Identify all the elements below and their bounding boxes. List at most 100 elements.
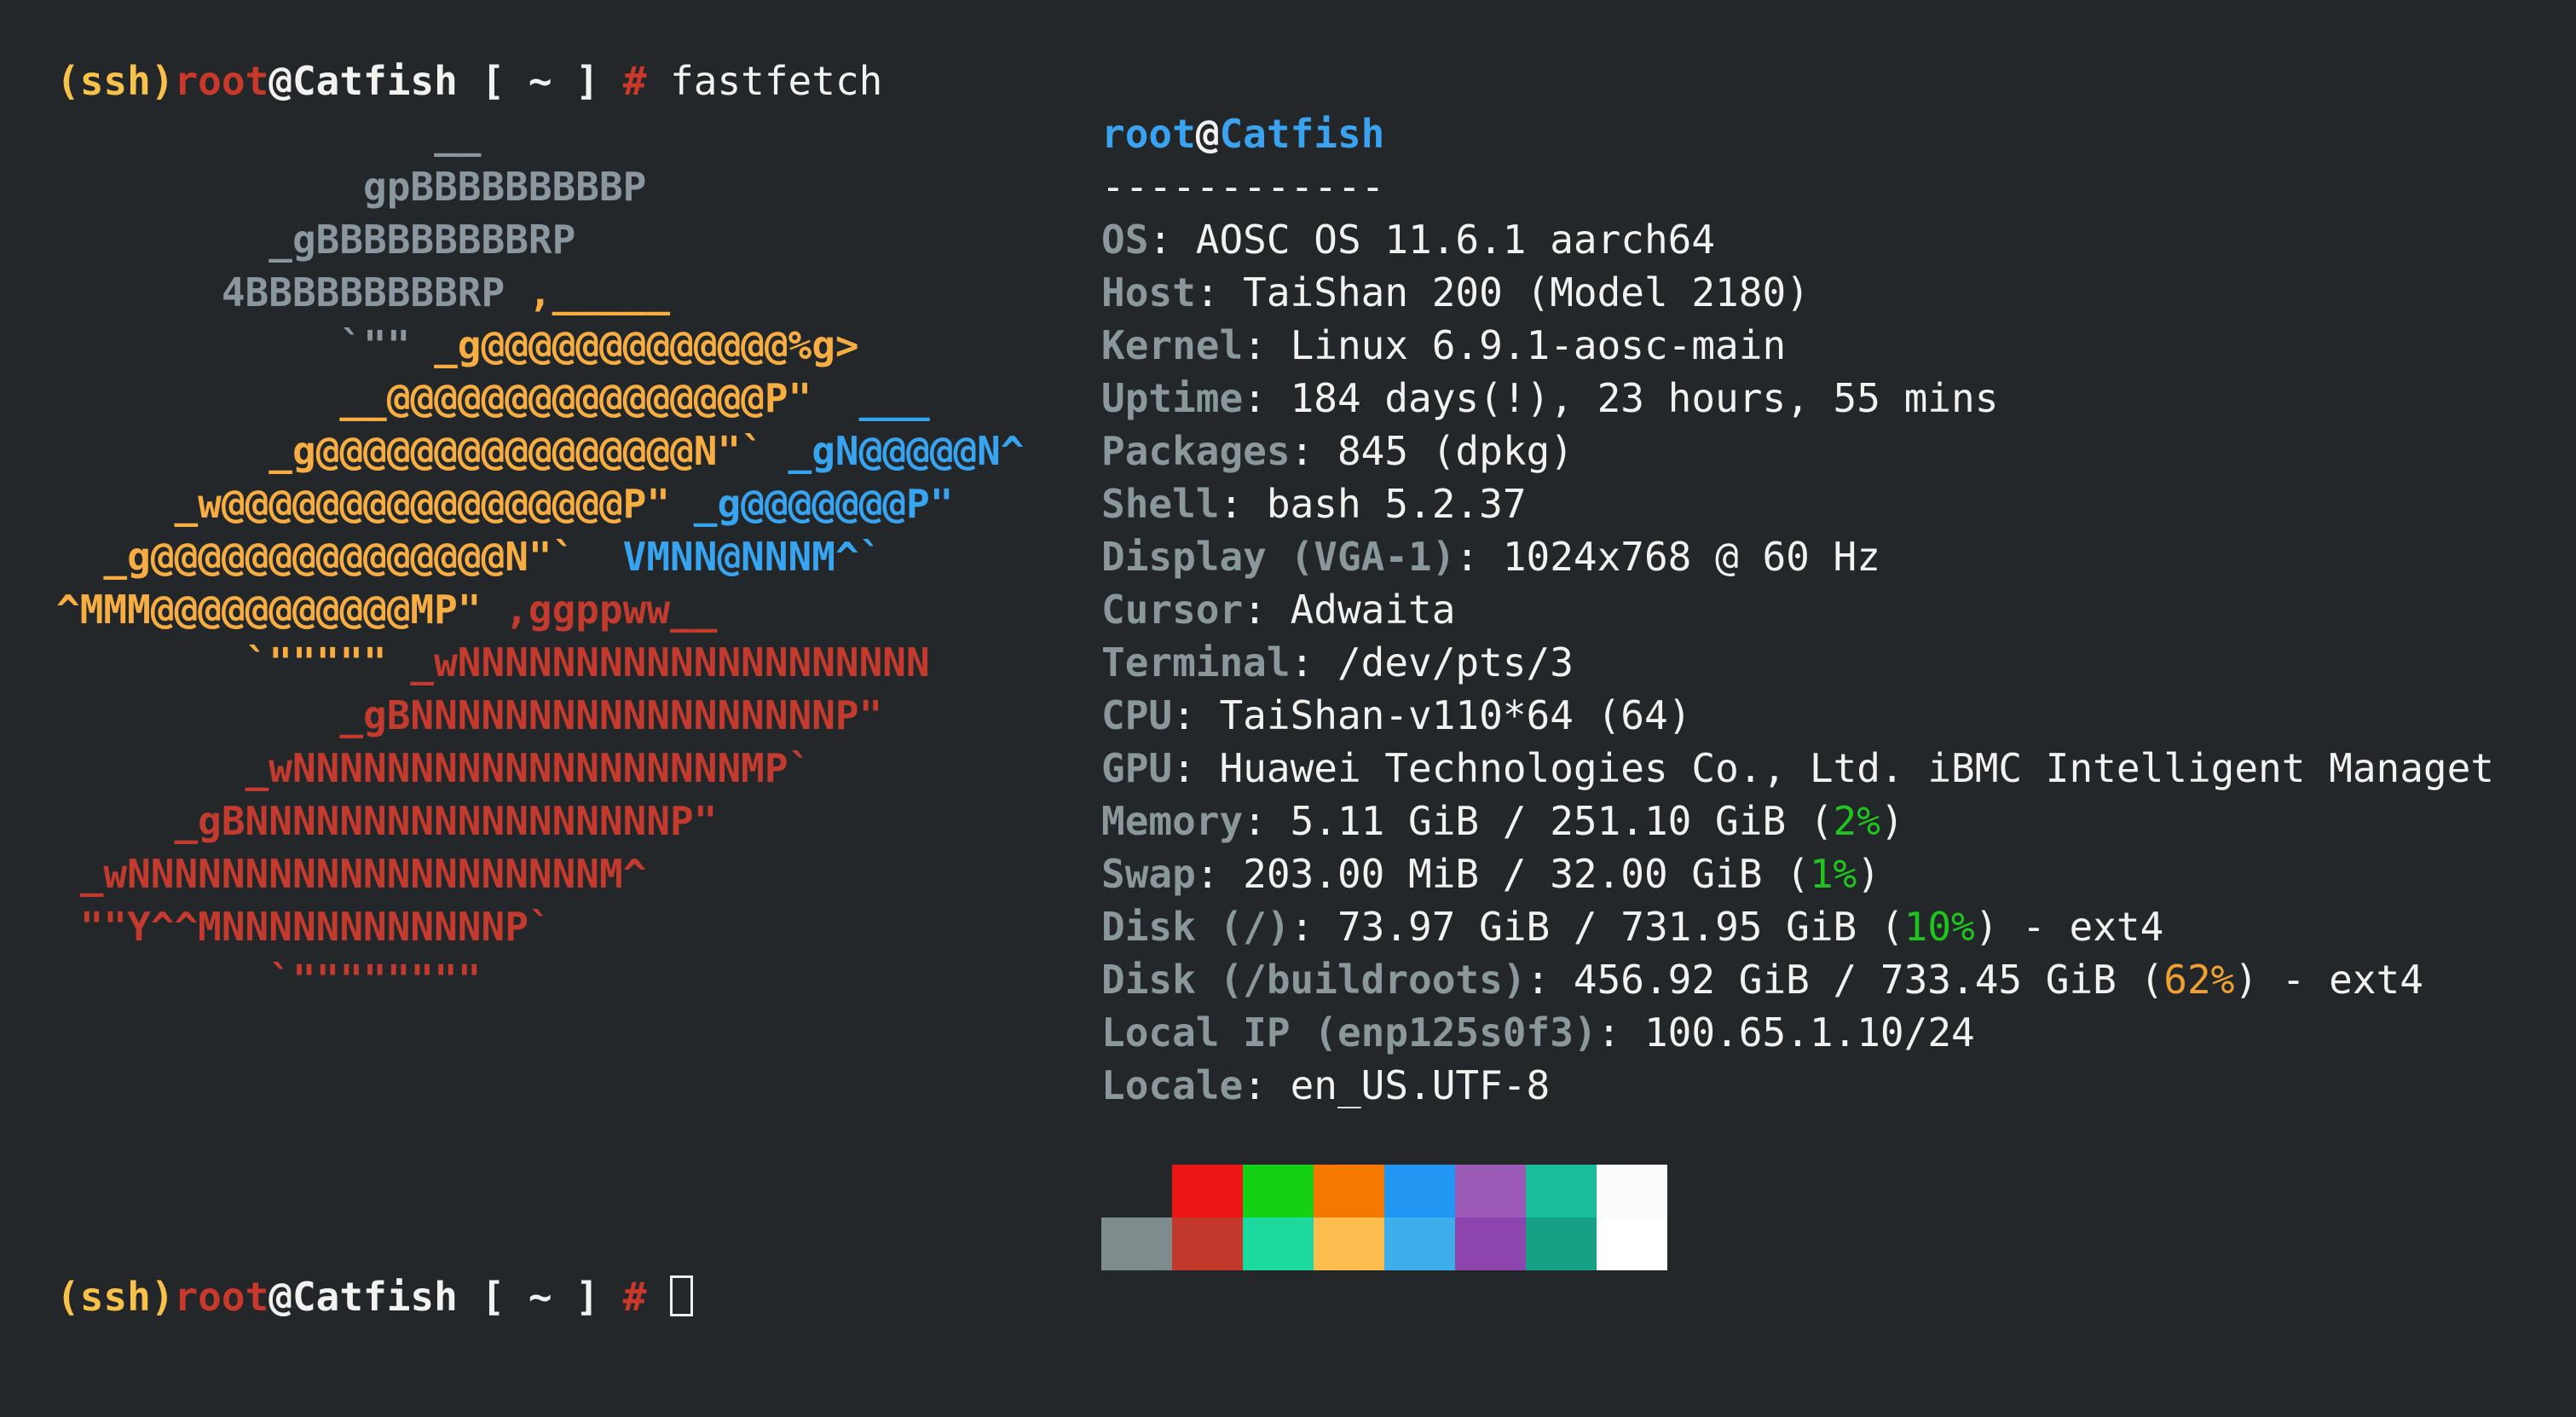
ascii-art-segment: _wNNNNNNNNNNNNNNNNNNNMP`: [56, 745, 811, 791]
key-value-separator: :: [1243, 798, 1290, 844]
ascii-art-segment: ""Y^^MNNNNNNNNNNNNP`: [56, 904, 552, 950]
ascii-art-segment: ,ggppww__: [505, 587, 717, 633]
info-value-segment: AOSC OS 11.6.1 aarch64: [1196, 217, 1715, 263]
ascii-art-segment: __@@@@@@@@@@@@@@@@P": [56, 375, 811, 421]
prompt-segment: @Catfish [ ~ ]: [269, 58, 622, 104]
info-value-segment: ): [1880, 798, 1904, 844]
key-value-separator: :: [1243, 375, 1290, 421]
palette-swatch-row2-4: [1384, 1217, 1455, 1270]
terminal-screen[interactable]: (ssh)root@Catfish [ ~ ] # fastfetch __ g…: [0, 0, 2576, 1417]
info-line: Swap: 203.00 MiB / 32.00 GiB (1%): [1101, 847, 2494, 900]
prompt-segment: (ssh): [56, 58, 174, 104]
info-value-segment: 1024x768 @ 60 Hz: [1503, 534, 1880, 580]
info-line: Display (VGA-1): 1024x768 @ 60 Hz: [1101, 530, 2494, 583]
palette-swatch-row2-6: [1526, 1217, 1597, 1270]
ascii-logo: __ gpBBBBBBBBBP _gBBBBBBBBBRP 4BBBBBBBBB…: [56, 107, 1024, 1006]
info-value-segment: /dev/pts/3: [1337, 639, 1574, 685]
palette-swatch-row1-6: [1526, 1165, 1597, 1217]
info-key: Display (VGA-1): [1101, 534, 1455, 580]
info-line: Shell: bash 5.2.37: [1101, 477, 2494, 530]
info-key: Disk (/): [1101, 904, 1291, 950]
info-key: Host: [1101, 269, 1196, 315]
info-key: OS: [1101, 217, 1148, 263]
prompt-segment: #: [623, 58, 647, 104]
info-value-segment: 1%: [1810, 851, 1857, 897]
info-line: Locale: en_US.UTF-8: [1101, 1059, 2494, 1112]
ascii-art-segment: _wNNNNNNNNNNNNNNNNNNNNM^: [56, 851, 646, 897]
ascii-logo-line: __@@@@@@@@@@@@@@@@P" ___: [56, 372, 1024, 425]
info-key: Shell: [1101, 481, 1219, 527]
info-value-segment: 456.92 GiB / 733.45 GiB (: [1574, 957, 2163, 1003]
info-line: GPU: Huawei Technologies Co., Ltd. iBMC …: [1101, 742, 2494, 795]
ascii-art-segment: _w@@@@@@@@@@@@@@@@@P": [56, 481, 694, 527]
ascii-art-segment: _g@@@@@@@@@@@@@@@@N"`: [56, 428, 788, 474]
ascii-logo-line: _g@@@@@@@@@@@@@@@@N"` _gN@@@@@N^: [56, 425, 1024, 477]
ascii-logo-line: `"""""""": [56, 953, 1024, 1006]
info-value-segment: ) - ext4: [2234, 957, 2423, 1003]
key-value-separator: :: [1148, 217, 1195, 263]
info-line: OS: AOSC OS 11.6.1 aarch64: [1101, 213, 2494, 266]
at-sign: @: [1196, 111, 1220, 157]
prompt-segment: (ssh): [56, 1274, 174, 1320]
ascii-logo-line: _w@@@@@@@@@@@@@@@@@P" _g@@@@@@@P": [56, 477, 1024, 530]
ascii-art-segment: ,_____: [505, 269, 670, 315]
info-value-segment: 100.65.1.10/24: [1644, 1009, 1975, 1056]
ascii-logo-line: _wNNNNNNNNNNNNNNNNNNNNM^: [56, 847, 1024, 900]
palette-swatch-row1-4: [1384, 1165, 1455, 1217]
info-line: Memory: 5.11 GiB / 251.10 GiB (2%): [1101, 795, 2494, 847]
info-value-segment: ): [1857, 851, 1880, 897]
palette-swatch-row2-7: [1597, 1217, 1667, 1270]
info-value-segment: Adwaita: [1291, 587, 1456, 633]
ascii-art-segment: `"""""""": [56, 957, 482, 1003]
prompt-line-bottom: (ssh)root@Catfish [ ~ ] #: [56, 1270, 693, 1323]
ascii-logo-line: ^MMM@@@@@@@@@@@MP" ,ggppww__: [56, 583, 1024, 636]
prompt-segment: root: [174, 58, 269, 104]
info-value-segment: 62%: [2163, 957, 2234, 1003]
ascii-art-segment: ^MMM@@@@@@@@@@@MP": [56, 587, 505, 633]
ascii-art-segment: __: [56, 111, 482, 157]
palette-swatch-row2-2: [1243, 1217, 1314, 1270]
info-value-segment: 2%: [1834, 798, 1880, 844]
info-line: CPU: TaiShan-v110*64 (64): [1101, 689, 2494, 742]
ascii-art-segment: `"": [56, 322, 434, 368]
key-value-separator: :: [1291, 904, 1337, 950]
ascii-art-segment: _gBBBBBBBBBRP: [56, 217, 575, 263]
palette-swatch-row1-7: [1597, 1165, 1667, 1217]
ascii-art-segment: _g@@@@@@@@@@@@@%g>: [434, 322, 859, 368]
info-value-segment: TaiShan-v110*64 (64): [1219, 692, 1691, 738]
info-key: Packages: [1101, 428, 1291, 474]
info-key: Uptime: [1101, 375, 1243, 421]
key-value-separator: :: [1196, 269, 1243, 315]
ascii-art-segment: `""""": [56, 639, 410, 685]
ascii-art-segment: _gN@@@@@N^: [788, 428, 1025, 474]
info-value-segment: 203.00 MiB / 32.00 GiB (: [1243, 851, 1810, 897]
ascii-logo-line: ""Y^^MNNNNNNNNNNNNP`: [56, 900, 1024, 953]
ascii-art-segment: _wNNNNNNNNNNNNNNNNNNNN: [410, 639, 929, 685]
ascii-art-segment: _g@@@@@@@P": [694, 481, 954, 527]
info-value-segment: 184 days(!), 23 hours, 55 mins: [1291, 375, 1999, 421]
ascii-art-segment: _gBNNNNNNNNNNNNNNNNNNP": [56, 798, 717, 844]
ascii-logo-line: _gBNNNNNNNNNNNNNNNNNNP": [56, 689, 1024, 742]
info-value-segment: 10%: [1904, 904, 1975, 950]
ascii-logo-line: `""""" _wNNNNNNNNNNNNNNNNNNNN: [56, 636, 1024, 689]
info-line: Packages: 845 (dpkg): [1101, 425, 2494, 477]
palette-swatch-row2-0: [1101, 1217, 1172, 1270]
ascii-logo-line: __: [56, 107, 1024, 160]
ascii-art-segment: _gBNNNNNNNNNNNNNNNNNNP": [56, 692, 882, 738]
key-value-separator: :: [1527, 957, 1574, 1003]
key-value-separator: :: [1243, 587, 1290, 633]
info-value-segment: Linux 6.9.1-aosc-main: [1291, 322, 1787, 368]
prompt-segment: #: [623, 1274, 647, 1320]
info-key: Disk (/buildroots): [1101, 957, 1527, 1003]
info-key: Local IP (enp125s0f3): [1101, 1009, 1597, 1056]
prompt-segment: @Catfish [ ~ ]: [269, 1274, 622, 1320]
ascii-logo-line: `"" _g@@@@@@@@@@@@@%g>: [56, 319, 1024, 372]
palette-swatch-row2-3: [1314, 1217, 1384, 1270]
info-key: GPU: [1101, 745, 1172, 791]
ascii-art-segment: VMNN@NNNM^`: [623, 534, 883, 580]
key-value-separator: :: [1291, 428, 1337, 474]
underline-dashes: ------------: [1101, 164, 1384, 210]
info-value-segment: 73.97 GiB / 731.95 GiB (: [1337, 904, 1904, 950]
info-value-segment: TaiShan 200 (Model 2180): [1243, 269, 1810, 315]
info-value-segment: bash 5.2.37: [1267, 481, 1527, 527]
